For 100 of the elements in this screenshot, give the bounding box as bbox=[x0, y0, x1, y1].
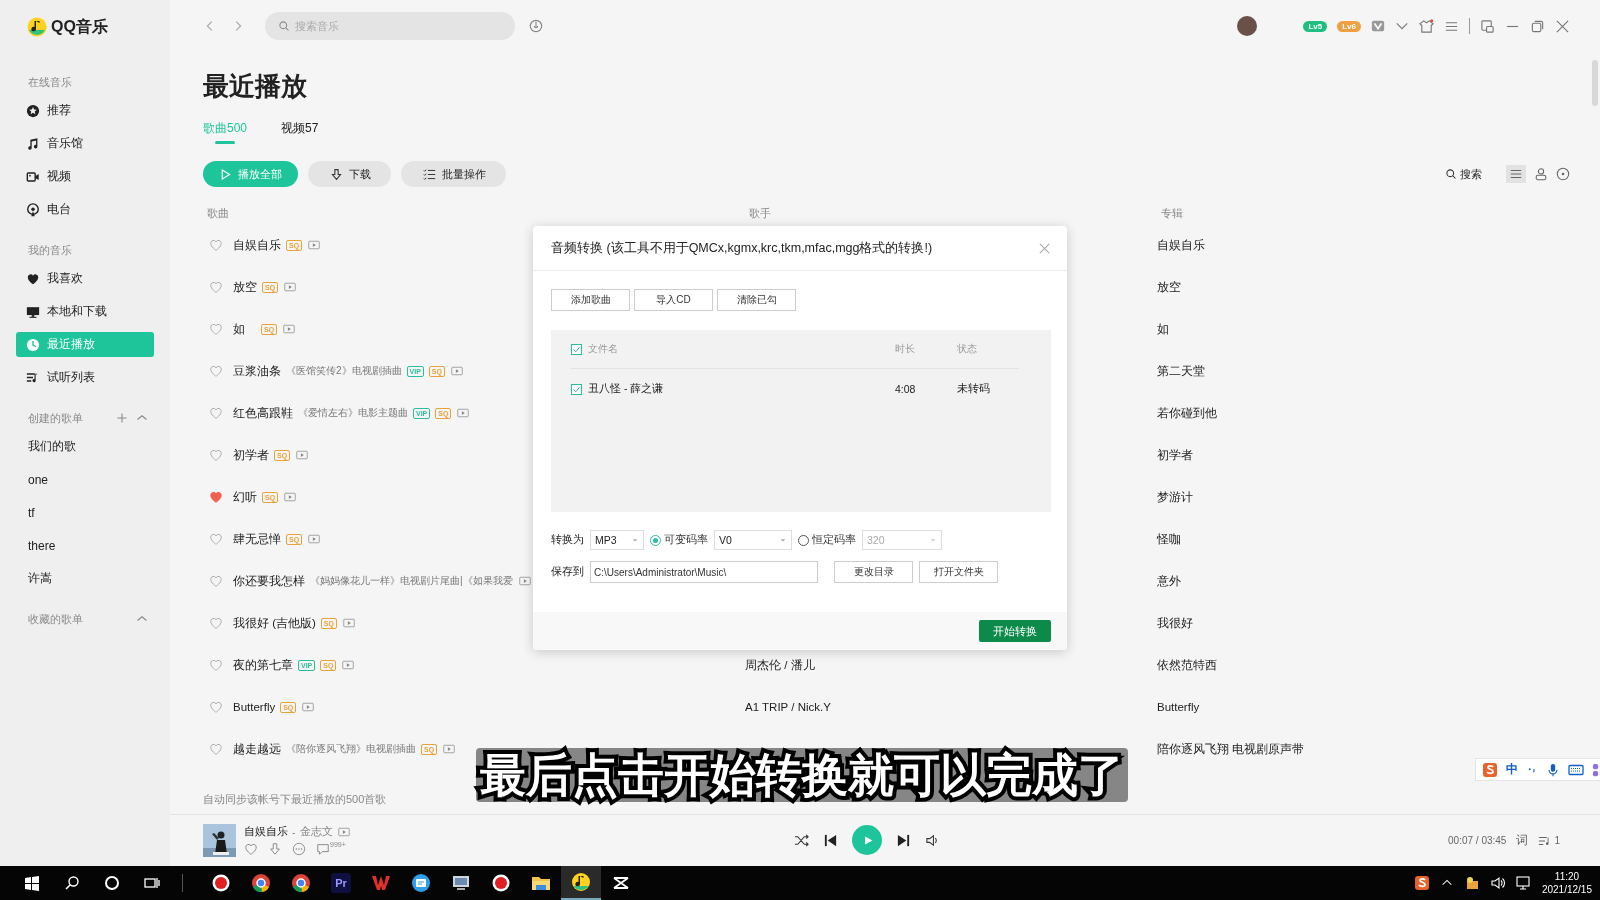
cortana-icon[interactable] bbox=[104, 875, 120, 891]
task-view-icon[interactable] bbox=[144, 875, 160, 891]
list-view-button[interactable] bbox=[1506, 165, 1526, 183]
mv-icon[interactable] bbox=[301, 701, 316, 713]
download-icon[interactable] bbox=[268, 842, 282, 857]
close-icon[interactable] bbox=[1555, 18, 1570, 34]
album-view-icon[interactable] bbox=[1556, 167, 1570, 181]
dialog-button[interactable]: 清除已勾 bbox=[717, 289, 796, 311]
select-all-checkbox[interactable] bbox=[571, 343, 582, 355]
maximize-icon[interactable] bbox=[1530, 18, 1545, 34]
sidebar-item[interactable]: 音乐馆 bbox=[16, 131, 154, 156]
album-name[interactable]: 怪咖 bbox=[1157, 532, 1181, 545]
bitrate-radio[interactable]: 恒定码率 bbox=[798, 533, 856, 547]
mv-icon[interactable] bbox=[341, 659, 356, 671]
dialog-button[interactable]: 导入CD bbox=[634, 289, 713, 311]
volume-icon[interactable] bbox=[925, 832, 940, 848]
sogou-tray-icon[interactable] bbox=[1413, 875, 1430, 891]
clock-date[interactable]: 2021/12/15 bbox=[1541, 883, 1592, 896]
avatar[interactable] bbox=[1237, 16, 1258, 36]
sidebar-item[interactable]: 许嵩 bbox=[16, 566, 154, 591]
tab[interactable]: 视频57 bbox=[281, 116, 319, 140]
list-search-button[interactable]: 搜索 bbox=[1445, 166, 1482, 182]
search-icon[interactable] bbox=[64, 875, 80, 891]
song-title[interactable]: 自娱自乐 bbox=[233, 237, 281, 253]
shuffle-icon[interactable] bbox=[794, 832, 809, 848]
album-name[interactable]: 初学者 bbox=[1157, 448, 1193, 461]
editor-app-icon[interactable]: Pr bbox=[331, 873, 351, 893]
song-title[interactable]: 我很好 (吉他版) bbox=[233, 615, 316, 631]
singer-name[interactable]: 周杰伦 / 潘儿 bbox=[745, 658, 815, 671]
song-title[interactable]: 你还要我怎样 bbox=[233, 573, 305, 589]
album-name[interactable]: 自娱自乐 bbox=[1157, 238, 1205, 251]
next-icon[interactable] bbox=[896, 832, 911, 848]
song-title[interactable]: 红色高跟鞋 bbox=[233, 405, 293, 421]
sidebar-item[interactable]: there bbox=[16, 533, 154, 558]
recognize-icon[interactable] bbox=[529, 19, 543, 33]
dialog-button[interactable]: 添加歌曲 bbox=[551, 289, 630, 311]
track-title[interactable]: 自娱自乐 bbox=[244, 825, 288, 840]
sidebar-item[interactable]: 电台 bbox=[16, 197, 154, 222]
album-name[interactable]: 梦游计 bbox=[1157, 490, 1193, 503]
mv-icon[interactable] bbox=[342, 617, 356, 629]
sidebar-item[interactable]: 本地和下载 bbox=[16, 299, 154, 324]
column-header[interactable]: 专辑 bbox=[1157, 205, 1570, 221]
sidebar-item[interactable]: 视频 bbox=[16, 164, 154, 189]
mv-icon[interactable] bbox=[442, 743, 457, 755]
mv-icon[interactable] bbox=[295, 449, 310, 461]
mv-icon[interactable] bbox=[283, 281, 298, 293]
taskbar-app[interactable] bbox=[561, 866, 601, 900]
song-title[interactable]: 越走越远 bbox=[233, 741, 281, 757]
column-header[interactable]: 歌手 bbox=[745, 205, 1157, 221]
clock-time[interactable]: 11:20 bbox=[1554, 870, 1580, 883]
sidebar-item[interactable]: 推荐 bbox=[16, 98, 154, 123]
volume-icon[interactable] bbox=[1489, 875, 1506, 891]
start-convert-button[interactable]: 开始转换 bbox=[979, 620, 1051, 642]
mv-icon[interactable] bbox=[456, 407, 471, 419]
dialog-button[interactable]: 更改目录 bbox=[834, 561, 913, 583]
mv-icon[interactable] bbox=[307, 533, 322, 545]
action-button[interactable]: 下载 bbox=[308, 161, 391, 187]
file-checkbox[interactable] bbox=[571, 383, 582, 395]
song-title[interactable]: 放空 bbox=[233, 279, 257, 295]
album-name[interactable]: 如 bbox=[1157, 322, 1169, 335]
mv-icon[interactable] bbox=[283, 491, 298, 503]
sidebar-item[interactable]: 我喜欢 bbox=[16, 266, 154, 291]
dialog-button[interactable]: 打开文件夹 bbox=[919, 561, 998, 583]
album-name[interactable]: 意外 bbox=[1157, 574, 1181, 587]
action-button[interactable]: 批量操作 bbox=[401, 161, 506, 187]
lyrics-button[interactable]: 词 bbox=[1516, 832, 1529, 850]
more-icon[interactable] bbox=[292, 842, 306, 857]
mv-icon[interactable] bbox=[336, 826, 351, 839]
mv-icon[interactable] bbox=[282, 323, 297, 335]
sidebar-item[interactable]: tf bbox=[16, 500, 154, 525]
close-icon[interactable] bbox=[1038, 241, 1051, 255]
album-name[interactable]: 若你碰到他 bbox=[1157, 406, 1217, 419]
mv-icon[interactable] bbox=[517, 575, 532, 587]
sidebar-item[interactable]: one bbox=[16, 467, 154, 492]
taskbar-app[interactable]: Pr bbox=[321, 866, 361, 900]
format-dropdown[interactable]: MP3 bbox=[590, 530, 644, 550]
input-mode[interactable]: 中 bbox=[1506, 761, 1518, 778]
album-name[interactable]: Butterfly bbox=[1157, 701, 1200, 713]
song-title[interactable]: 初学者 bbox=[233, 447, 269, 463]
mv-icon[interactable] bbox=[450, 365, 464, 377]
song-title[interactable]: 夜的第七章 bbox=[233, 657, 293, 673]
previous-icon[interactable] bbox=[823, 832, 838, 848]
song-title[interactable]: 幻听 bbox=[233, 489, 257, 505]
column-header[interactable]: 歌曲 bbox=[203, 205, 745, 221]
song-title[interactable]: 肆无忌惮 bbox=[233, 531, 281, 547]
song-title[interactable]: 豆浆油条 bbox=[233, 363, 281, 379]
vip-icon[interactable] bbox=[1371, 19, 1385, 33]
album-name[interactable]: 依然范特西 bbox=[1157, 658, 1217, 671]
like-icon[interactable] bbox=[244, 842, 258, 857]
comment-icon[interactable] bbox=[316, 842, 330, 857]
song-title[interactable]: Butterfly bbox=[233, 701, 276, 713]
bitrate-dropdown[interactable]: V0 bbox=[714, 530, 792, 550]
bitrate-radio[interactable]: 可变码率 bbox=[650, 533, 708, 547]
mini-mode-icon[interactable] bbox=[1480, 18, 1495, 34]
windows-icon[interactable] bbox=[24, 875, 40, 891]
mv-icon[interactable] bbox=[307, 239, 322, 251]
network-icon[interactable] bbox=[1515, 875, 1532, 891]
sidebar-item[interactable]: 试听列表 bbox=[16, 365, 154, 390]
singer-view-icon[interactable] bbox=[1534, 167, 1548, 181]
album-name[interactable]: 放空 bbox=[1157, 280, 1181, 293]
